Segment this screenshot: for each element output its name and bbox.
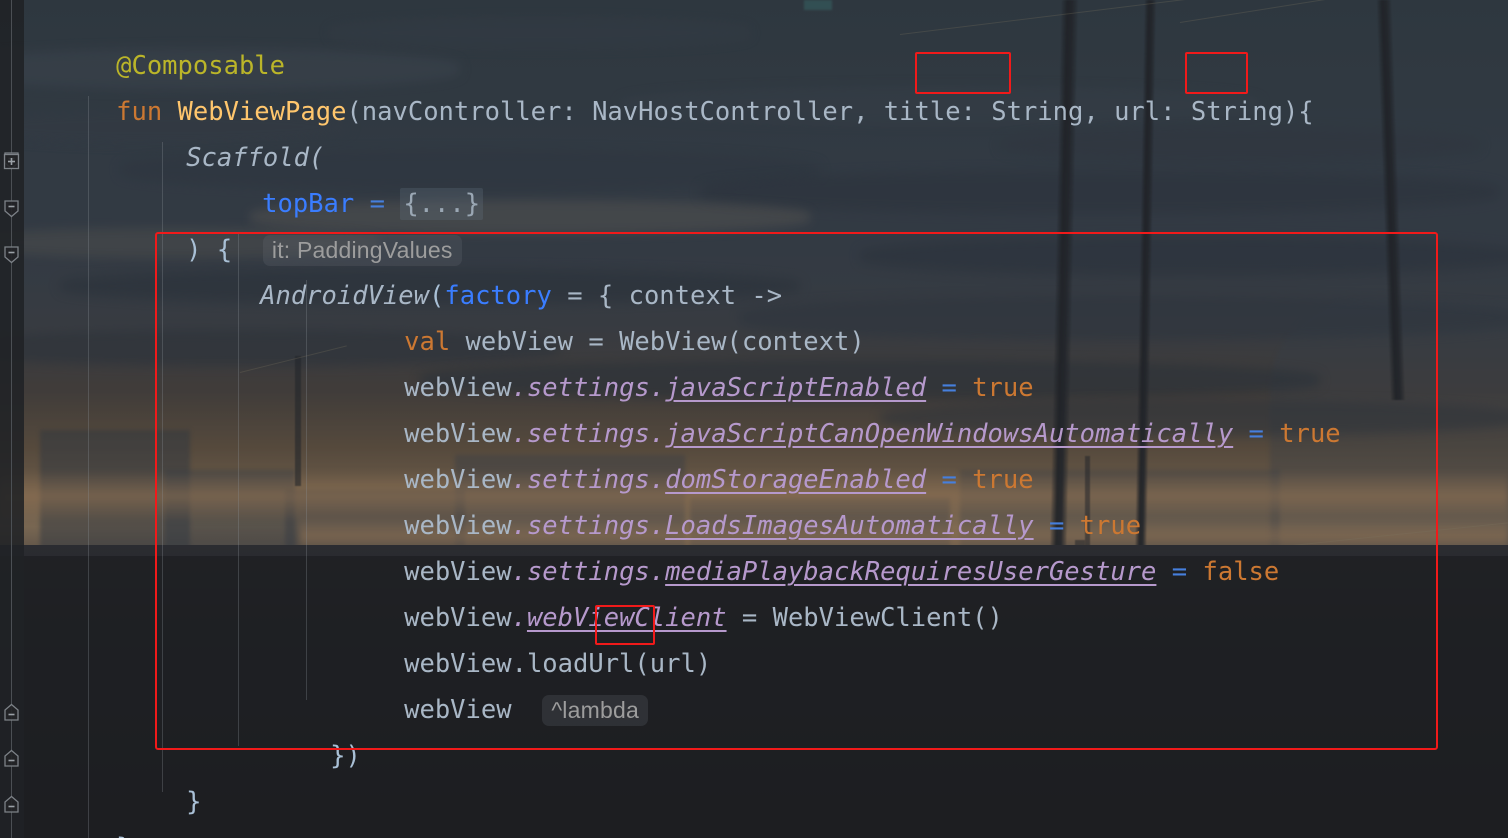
boolean-false: false (1202, 557, 1280, 587)
equals-sign: = (1156, 557, 1203, 587)
argument-url: url (649, 649, 696, 679)
close-brace: } (186, 787, 202, 817)
indent-guide (238, 234, 239, 746)
param-title-type: : String, (960, 97, 1115, 127)
code-line-close-androidview: }) (238, 687, 361, 825)
close-brace-paren: }) (330, 741, 361, 771)
webviewclient-assignment: = WebViewClient() (726, 603, 1003, 633)
indent-guide (162, 142, 163, 792)
function-params-prefix: (navController: NavHostController, (346, 97, 884, 127)
kotlin-code-editor[interactable]: @Composable fun WebViewPage(navControlle… (0, 0, 1508, 838)
code-line-close-function: } (24, 779, 131, 838)
param-title: title (883, 97, 961, 127)
equals-sign: = (1233, 419, 1280, 449)
close-brace: } (116, 833, 131, 838)
param-url: url (1114, 97, 1161, 127)
inlay-hint-lambda-return[interactable]: ^lambda (542, 695, 648, 726)
indent-guide (306, 280, 307, 700)
code-line-webview-return: webView ^lambda (312, 641, 648, 779)
receiver-webview: webView (404, 695, 512, 725)
indent-guide (88, 96, 89, 838)
param-url-type: : String){ (1160, 97, 1314, 127)
code-content[interactable]: @Composable fun WebViewPage(navControlle… (0, 0, 1508, 838)
boolean-true: true (1279, 419, 1341, 449)
close-paren: ) (695, 649, 712, 679)
